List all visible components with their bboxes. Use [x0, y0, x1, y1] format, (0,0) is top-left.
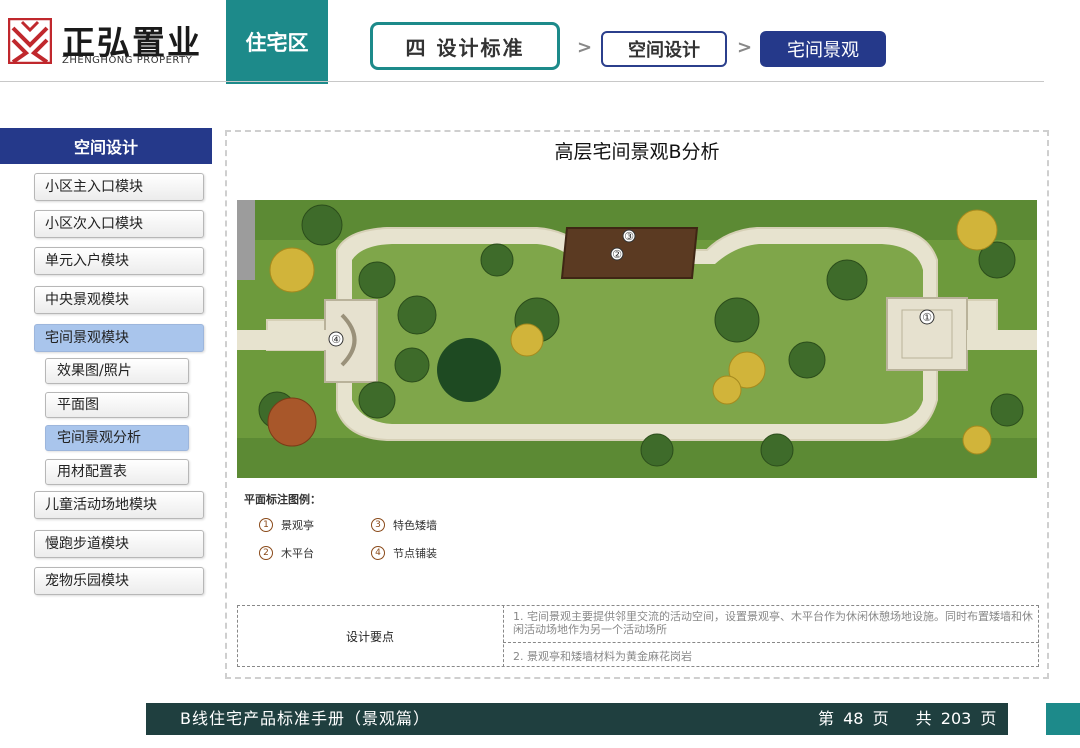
total-pages: 203: [940, 709, 972, 728]
table-divider: [503, 605, 504, 667]
legend-item: 1 景观亭: [259, 517, 314, 533]
design-point-1: 1. 宅间景观主要提供邻里交流的活动空间，设置景观亭、木平台作为休闲休憩场地设施…: [513, 610, 1033, 636]
design-points-label: 设计要点: [345, 629, 394, 644]
sidebar-heading: 空间设计: [0, 128, 212, 164]
plan-marker-1: ①: [922, 311, 932, 324]
table-divider: [503, 642, 1039, 643]
page-prefix: 第: [818, 709, 835, 728]
sidebar-item-between-buildings[interactable]: 宅间景观模块: [34, 324, 204, 352]
sidebar-item-pet-park[interactable]: 宠物乐园模块: [34, 567, 204, 595]
company-logo-english: ZHENGHONG PROPERTY: [62, 55, 193, 66]
page-suffix: 页: [872, 709, 889, 728]
sidebar-subitem-renderings[interactable]: 效果图/照片: [45, 358, 189, 384]
legend-label: 景观亭: [281, 519, 314, 532]
legend-number: 3: [371, 518, 385, 532]
sidebar-subitem-plan[interactable]: 平面图: [45, 392, 189, 418]
legend-item: 3 特色矮墙: [371, 517, 437, 533]
sidebar-item-secondary-entrance[interactable]: 小区次入口模块: [34, 210, 204, 238]
page-number: 48: [843, 709, 864, 728]
total-suffix: 页: [980, 709, 997, 728]
chevron-right-icon: >: [737, 37, 753, 58]
legend-number: 4: [371, 546, 385, 560]
breadcrumb-chapter[interactable]: 四 设计标准: [370, 22, 560, 70]
sidebar-item-central-landscape[interactable]: 中央景观模块: [34, 286, 204, 314]
total-prefix: 共: [915, 709, 932, 728]
plan-marker-3: ③: [624, 230, 634, 243]
chevron-right-icon: >: [577, 37, 593, 58]
sidebar-subitem-analysis[interactable]: 宅间景观分析: [45, 425, 189, 451]
legend-item: 4 节点铺装: [371, 545, 437, 561]
zone-tab[interactable]: 住宅区: [226, 0, 328, 84]
legend-number: 1: [259, 518, 273, 532]
page-indicator: 第 48 页 共 203 页: [818, 703, 1000, 735]
sidebar-subitem-materials[interactable]: 用材配置表: [45, 459, 189, 485]
legend-number: 2: [259, 546, 273, 560]
legend-title: 平面标注图例：: [244, 493, 321, 506]
plan-marker-2: ②: [612, 248, 622, 261]
manual-title: B线住宅产品标准手册（景观篇）: [180, 709, 430, 728]
footer-tab: [1046, 703, 1080, 735]
sidebar-item-unit-entry[interactable]: 单元入户模块: [34, 247, 204, 275]
breadcrumb-section[interactable]: 空间设计: [601, 31, 727, 67]
plan-marker-4: ④: [331, 333, 341, 346]
sidebar-item-jogging-path[interactable]: 慢跑步道模块: [34, 530, 204, 558]
sidebar-item-children-play[interactable]: 儿童活动场地模块: [34, 491, 204, 519]
legend-item: 2 木平台: [259, 545, 314, 561]
zhenghong-logo-icon: [8, 18, 52, 64]
header-divider: [0, 81, 1044, 82]
sidebar-item-main-entrance[interactable]: 小区主入口模块: [34, 173, 204, 201]
design-point-2: 2. 景观亭和矮墙材料为黄金麻花岗岩: [513, 650, 692, 663]
landscape-site-plan: ③ ② ① ④: [237, 200, 1037, 478]
breadcrumb-current[interactable]: 宅间景观: [760, 31, 886, 67]
legend-label: 特色矮墙: [393, 519, 437, 532]
legend-label: 木平台: [281, 547, 314, 560]
legend-label: 节点铺装: [393, 547, 437, 560]
page-title: 高层宅间景观B分析: [554, 141, 720, 163]
